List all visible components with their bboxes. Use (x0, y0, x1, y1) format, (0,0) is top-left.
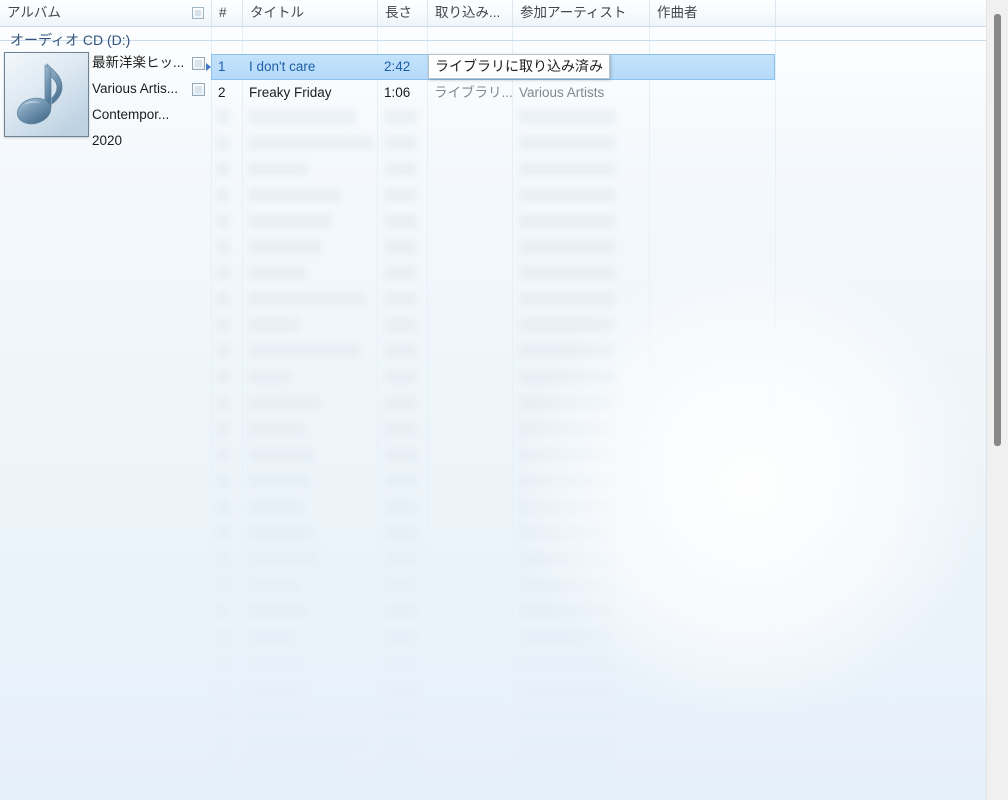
vertical-scrollbar[interactable] (986, 0, 1008, 800)
column-header-contributing-artist-label: 参加アーティスト (520, 5, 627, 20)
column-header-rip-status[interactable]: 取り込み... (427, 0, 512, 26)
track-list-body: オーディオ CD (D:) 最新洋楽ヒッ... Various Artis...… (0, 27, 986, 800)
column-header-length-label: 長さ (385, 5, 412, 20)
column-header-album-label: アルバム (7, 5, 61, 20)
grid-line-artist (512, 27, 513, 800)
track-length: 2:42 (384, 59, 411, 74)
track-composer (649, 80, 775, 106)
column-header-title-label: タイトル (250, 5, 304, 20)
column-header-length[interactable]: 長さ (377, 0, 427, 26)
media-player-rip-pane: アルバム # タイトル 長さ 取り込み... 参加アーティスト 作曲者 オーディ… (0, 0, 1008, 800)
rip-status-tooltip: ライブラリに取り込み済み (428, 54, 610, 79)
track-number: 2 (218, 85, 226, 100)
track-number: 1 (218, 59, 226, 74)
track-rip-status: ライブラリ... (434, 85, 512, 100)
column-header-album[interactable]: アルバム (0, 0, 190, 26)
column-header-number-label: # (219, 5, 227, 20)
grid-line-number (211, 27, 212, 800)
fade-overlay (0, 105, 986, 800)
column-header-title[interactable]: タイトル (242, 0, 377, 26)
track-title: Freaky Friday (249, 85, 332, 100)
track-title: I don't care (249, 59, 316, 74)
vertical-scrollbar-thumb[interactable] (994, 14, 1001, 446)
grid-line-rip (427, 27, 428, 800)
select-all-checkbox[interactable] (192, 7, 204, 19)
blurred-track-list-remainder (0, 105, 986, 800)
background-glow (520, 257, 980, 717)
grid-line-title (242, 27, 243, 800)
column-header-extra[interactable] (775, 0, 986, 26)
column-header-row: アルバム # タイトル 長さ 取り込み... 参加アーティスト 作曲者 (0, 0, 986, 27)
disc-group-label: オーディオ CD (D:) (10, 32, 131, 48)
album-year: 2020 (92, 133, 123, 148)
column-header-rip-status-label: 取り込み... (435, 5, 501, 20)
grid-line-length (377, 27, 378, 800)
group-divider-rule (0, 40, 986, 41)
column-header-composer-label: 作曲者 (657, 5, 698, 20)
grid-line-composer (649, 27, 650, 800)
track-contributing-artist: Various Artists (519, 85, 605, 100)
grid-line-extra (775, 27, 776, 800)
track-composer (649, 54, 775, 80)
column-header-composer[interactable]: 作曲者 (649, 0, 775, 26)
column-header-contributing-artist[interactable]: 参加アーティスト (512, 0, 649, 26)
track-length: 1:06 (384, 85, 411, 100)
table-row[interactable]: 2 Freaky Friday 1:06 ライブラリ... Various Ar… (0, 80, 986, 106)
column-header-number[interactable]: # (211, 0, 242, 26)
